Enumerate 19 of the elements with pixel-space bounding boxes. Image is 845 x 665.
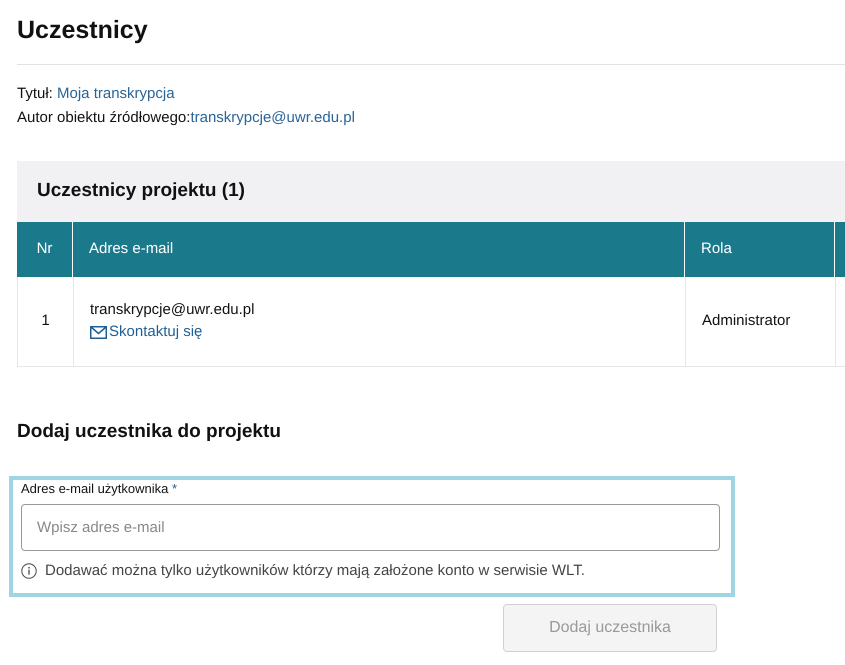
meta-link[interactable]: transkrypcje@uwr.edu.pl	[190, 106, 355, 130]
table-cell-text: 1	[41, 310, 50, 331]
column-header: Nr	[36, 238, 52, 259]
column-header: Rola	[701, 238, 732, 259]
column-header: Adres e-mail	[89, 238, 174, 259]
mail-icon	[90, 326, 107, 338]
table-cell-text: Administrator	[702, 310, 790, 331]
meta-link[interactable]: Moja transkrypcja	[57, 82, 175, 106]
hint-text: Dodawać można tylko użytkowników którzy mają założone konto w serwisie WLT.	[45, 561, 585, 581]
section-title: Dodaj uczestnika do projektu	[17, 420, 281, 444]
meta-label: Tytuł:	[17, 84, 54, 104]
info-icon	[21, 563, 37, 580]
contact-link[interactable]: Skontaktuj się	[90, 321, 202, 343]
meta-label: Autor obiektu źródłowego:	[17, 108, 190, 128]
field-label: Adres e-mail użytkownika *	[21, 480, 178, 498]
section-title: Uczestnicy projektu (1)	[37, 178, 245, 203]
email-input-field[interactable]: Wpisz adres e-mail	[21, 504, 720, 551]
table-cell-text: transkrypcje@uwr.edu.pl	[90, 300, 254, 320]
page-title: Uczestnicy	[17, 15, 148, 46]
